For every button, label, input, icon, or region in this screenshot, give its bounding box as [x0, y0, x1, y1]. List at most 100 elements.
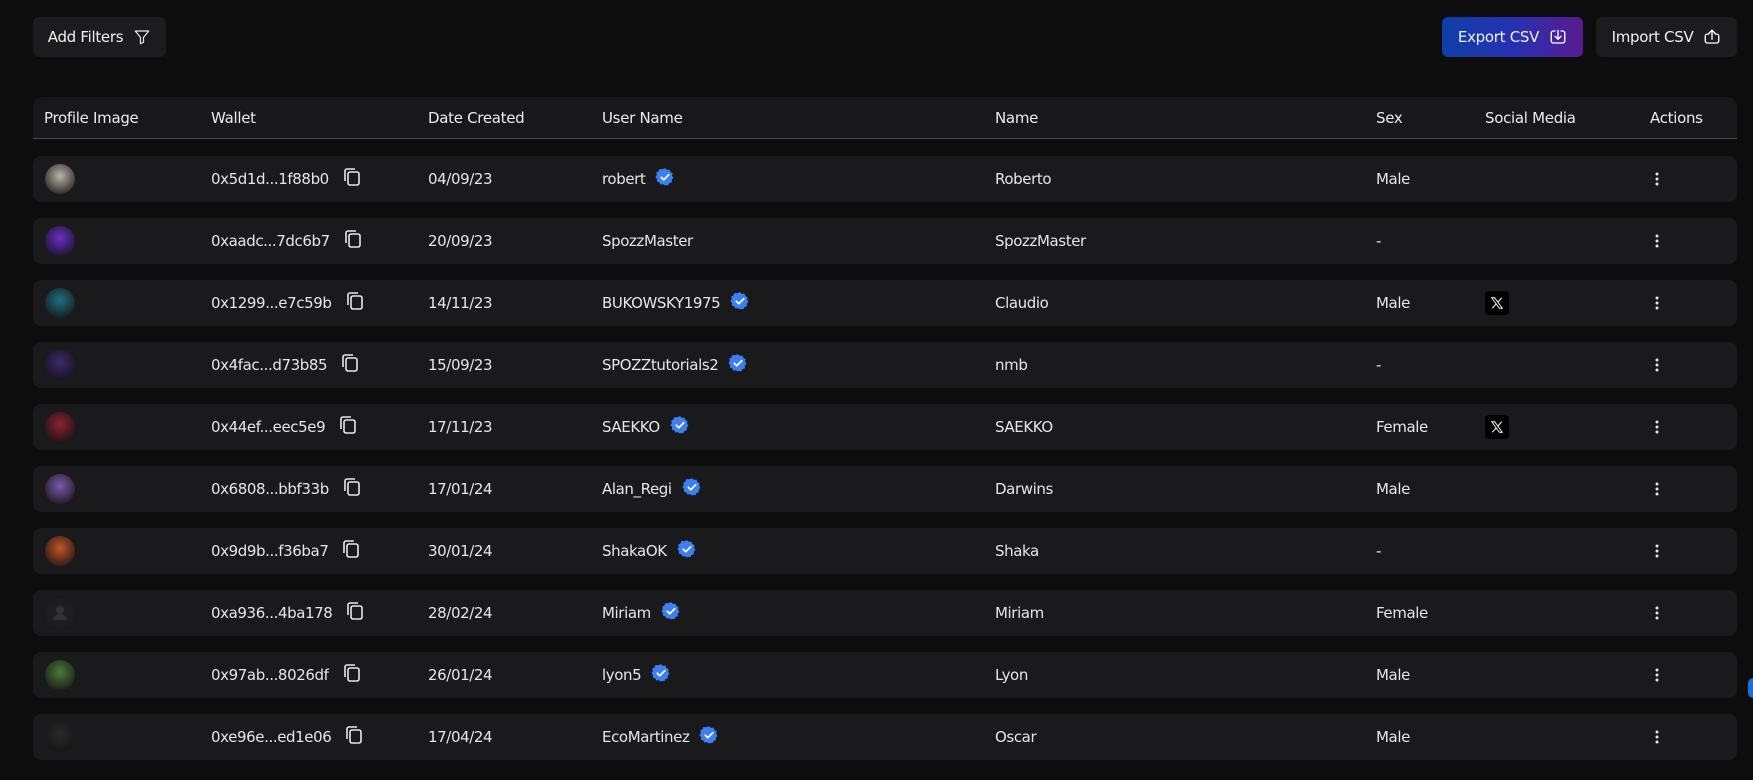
actions-cell — [1649, 342, 1665, 388]
sex-cell: - — [1376, 542, 1382, 560]
user-name-cell: lyon5 — [602, 652, 671, 698]
avatar — [45, 598, 75, 628]
wallet-cell: 0x5d1d...1f88b0 — [211, 156, 361, 202]
avatar — [45, 722, 75, 752]
verified-badge-icon — [641, 663, 671, 687]
wallet-cell: 0x9d9b...f36ba7 — [211, 528, 360, 574]
social-media-cell — [1485, 280, 1509, 326]
name-cell: Roberto — [995, 170, 1052, 188]
more-options-icon[interactable] — [1649, 479, 1665, 499]
name-cell: SpozzMaster — [995, 232, 1086, 250]
sex-cell: Female — [1376, 418, 1428, 436]
date-created-cell: 17/11/23 — [428, 418, 493, 436]
sex-cell: Female — [1376, 604, 1428, 622]
actions-cell — [1649, 218, 1665, 264]
sex-cell: Male — [1376, 666, 1410, 684]
table-row[interactable]: 0x97ab...8026df 26/01/24 lyon5 Lyon Male — [33, 652, 1737, 698]
more-options-icon[interactable] — [1649, 355, 1665, 375]
column-header-profile-image: Profile Image — [44, 109, 139, 127]
avatar — [45, 412, 75, 442]
avatar — [45, 660, 75, 690]
add-filters-button[interactable]: Add Filters — [33, 17, 166, 57]
wallet-address: 0x9d9b...f36ba7 — [211, 542, 329, 560]
verified-badge-icon — [720, 291, 750, 315]
wallet-cell: 0x4fac...d73b85 — [211, 342, 359, 388]
copy-icon[interactable] — [329, 663, 361, 687]
actions-cell — [1649, 404, 1665, 450]
table-row[interactable]: 0x44ef...eec5e9 17/11/23 SAEKKO SAEKKO Femal… — [33, 404, 1737, 450]
date-created-cell: 04/09/23 — [428, 170, 493, 188]
name-cell: Claudio — [995, 294, 1049, 312]
avatar — [45, 350, 75, 380]
x-icon[interactable] — [1485, 415, 1509, 439]
user-name-cell: SpozzMaster — [602, 218, 693, 264]
table-row[interactable]: 0xaadc...7dc6b7 20/09/23 SpozzMaster SpozzM… — [33, 218, 1737, 264]
table-row[interactable]: 0x9d9b...f36ba7 30/01/24 ShakaOK Shaka - — [33, 528, 1737, 574]
name-cell: Shaka — [995, 542, 1039, 560]
import-csv-button[interactable]: Import CSV — [1596, 17, 1737, 57]
copy-icon[interactable] — [325, 415, 357, 439]
scroll-indicator — [1748, 678, 1753, 698]
wallet-address: 0x5d1d...1f88b0 — [211, 170, 329, 188]
more-options-icon[interactable] — [1649, 169, 1665, 189]
verified-badge-icon — [660, 415, 690, 439]
social-media-cell — [1485, 404, 1509, 450]
more-options-icon[interactable] — [1649, 231, 1665, 251]
name-cell: Oscar — [995, 728, 1037, 746]
date-created-cell: 15/09/23 — [428, 356, 493, 374]
copy-icon[interactable] — [329, 167, 361, 191]
wallet-address: 0xa936...4ba178 — [211, 604, 333, 622]
date-created-cell: 17/04/24 — [428, 728, 493, 746]
table-row[interactable]: 0x6808...bbf33b 17/01/24 Alan_Regi Darwins M… — [33, 466, 1737, 512]
user-name-cell: SPOZZtutorials2 — [602, 342, 748, 388]
wallet-cell: 0xe96e...ed1e06 — [211, 714, 363, 760]
avatar — [45, 226, 75, 256]
download-icon — [1550, 29, 1566, 44]
copy-icon[interactable] — [327, 353, 359, 377]
user-name-cell: Miriam — [602, 590, 681, 636]
copy-icon[interactable] — [332, 601, 364, 625]
user-name: BUKOWSKY1975 — [602, 294, 721, 312]
table-row[interactable]: 0x5d1d...1f88b0 04/09/23 robert Roberto Male — [33, 156, 1737, 202]
sex-cell: Male — [1376, 480, 1410, 498]
copy-icon[interactable] — [328, 539, 360, 563]
verified-badge-icon — [689, 725, 719, 749]
sex-cell: Male — [1376, 728, 1410, 746]
more-options-icon[interactable] — [1649, 603, 1665, 623]
column-header-user-name: User Name — [602, 109, 683, 127]
user-name: SpozzMaster — [602, 232, 693, 250]
sex-cell: Male — [1376, 170, 1410, 188]
verified-badge-icon — [718, 353, 748, 377]
default-user-icon — [45, 598, 75, 628]
actions-cell — [1649, 528, 1665, 574]
date-created-cell: 17/01/24 — [428, 480, 493, 498]
date-created-cell: 14/11/23 — [428, 294, 493, 312]
more-options-icon[interactable] — [1649, 665, 1665, 685]
more-options-icon[interactable] — [1649, 417, 1665, 437]
table-row[interactable]: 0xe96e...ed1e06 17/04/24 EcoMartinez Oscar M… — [33, 714, 1737, 760]
user-name: Miriam — [602, 604, 651, 622]
copy-icon[interactable] — [332, 291, 364, 315]
user-name-cell: BUKOWSKY1975 — [602, 280, 750, 326]
copy-icon[interactable] — [331, 725, 363, 749]
more-options-icon[interactable] — [1649, 541, 1665, 561]
more-options-icon[interactable] — [1649, 293, 1665, 313]
more-options-icon[interactable] — [1649, 727, 1665, 747]
avatar — [45, 536, 75, 566]
copy-icon[interactable] — [329, 477, 361, 501]
sex-cell: - — [1376, 356, 1382, 374]
wallet-cell: 0x44ef...eec5e9 — [211, 404, 357, 450]
export-csv-button[interactable]: Export CSV — [1442, 17, 1583, 57]
copy-icon[interactable] — [330, 229, 362, 253]
name-cell: SAEKKO — [995, 418, 1053, 436]
x-icon[interactable] — [1485, 291, 1509, 315]
table-row[interactable]: 0xa936...4ba178 28/02/24 Miriam Miriam Femal… — [33, 590, 1737, 636]
user-name-cell: robert — [602, 156, 675, 202]
table-row[interactable]: 0x1299...e7c59b 14/11/23 BUKOWSKY1975 Claud… — [33, 280, 1737, 326]
table-row[interactable]: 0x4fac...d73b85 15/09/23 SPOZZtutorials2 nm… — [33, 342, 1737, 388]
name-cell: Miriam — [995, 604, 1044, 622]
date-created-cell: 30/01/24 — [428, 542, 493, 560]
column-header-date-created: Date Created — [428, 109, 525, 127]
column-header-wallet: Wallet — [211, 109, 256, 127]
user-name: SPOZZtutorials2 — [602, 356, 719, 374]
